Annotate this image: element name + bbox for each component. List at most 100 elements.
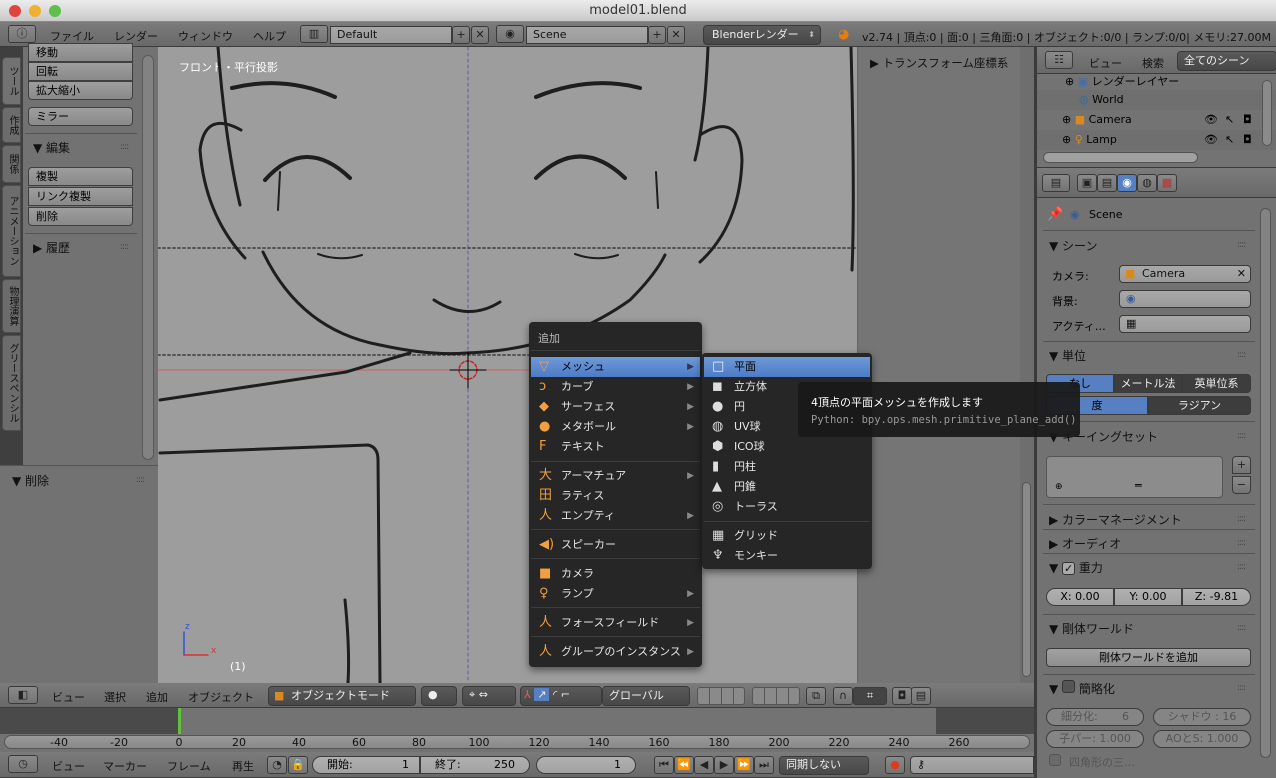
view3d-menu-object[interactable]: オブジェクト: [188, 689, 254, 705]
n-panel-scrollbar[interactable]: [1022, 482, 1031, 677]
subdivision-field[interactable]: 細分化: 6: [1046, 708, 1144, 726]
gravity-x-field[interactable]: X: 0.00: [1046, 588, 1114, 606]
grip-icon[interactable]: ::::: [1237, 623, 1246, 633]
outliner-editor-icon[interactable]: ☷: [1045, 51, 1073, 69]
world-tab-icon[interactable]: ◍: [1137, 174, 1157, 192]
mesh-item-torus[interactable]: ◎ トーラス: [704, 497, 870, 517]
color-management-panel-header[interactable]: ▶ カラーマネージメント: [1049, 511, 1182, 528]
ao-sss-field[interactable]: AOとS: 1.000: [1153, 730, 1251, 748]
gravity-checkbox[interactable]: ✓: [1062, 562, 1076, 575]
current-frame-indicator[interactable]: [178, 708, 181, 734]
orientation-dropdown[interactable]: グローバル: [602, 686, 690, 706]
child-particles-field[interactable]: 子パー: 1.000: [1046, 730, 1144, 748]
scene-tab-icon[interactable]: ◉: [1117, 174, 1137, 192]
jump-end-icon[interactable]: ⏭: [754, 756, 774, 774]
render-opengl-icon[interactable]: ◘: [892, 687, 912, 705]
timeline-menu-frame[interactable]: フレーム: [167, 758, 211, 774]
select-cursor-icon[interactable]: ↖: [1225, 133, 1234, 146]
grip-icon[interactable]: ::::: [1237, 538, 1246, 548]
timeline-menu-view[interactable]: ビュー: [52, 758, 85, 774]
camera-field[interactable]: ■ Camera ✕: [1119, 265, 1251, 283]
transform-orientation-panel-header[interactable]: ▶ トランスフォーム座標系: [870, 55, 1008, 71]
jump-next-keyframe-icon[interactable]: ⏩: [734, 756, 754, 774]
outliner-h-scrollbar[interactable]: [1043, 152, 1198, 163]
menu-item-surface[interactable]: ◆ サーフェス ▶: [531, 397, 700, 417]
units-panel-header[interactable]: ▼ 単位: [1049, 347, 1086, 364]
resize-handle-icon[interactable]: ═: [1135, 479, 1142, 492]
grip-icon[interactable]: ::::: [1237, 240, 1246, 250]
grip-icon[interactable]: ::::: [1237, 350, 1246, 360]
mode-dropdown[interactable]: ■ オブジェクトモード: [268, 686, 416, 706]
mesh-item-plane[interactable]: □ 平面: [704, 357, 870, 377]
layers-grid-1[interactable]: [697, 687, 745, 705]
timeline-editor-icon[interactable]: ◷: [8, 755, 38, 773]
grip-icon[interactable]: ::::: [1237, 683, 1246, 693]
scene-panel-header[interactable]: ▼ シーン: [1049, 237, 1097, 254]
lock-layers-icon[interactable]: ⧉: [806, 687, 826, 705]
outliner-item-camera[interactable]: ⊕ ■ Camera: [1062, 113, 1132, 126]
grip-icon[interactable]: ::::: [1237, 514, 1246, 524]
layers-grid-2[interactable]: [752, 687, 800, 705]
unit-system-metric[interactable]: メートル法: [1114, 374, 1182, 393]
menu-item-lamp[interactable]: ♀ ランプ ▶: [531, 584, 700, 604]
menu-item-speaker[interactable]: ◀) スピーカー: [531, 535, 700, 555]
audio-panel-header[interactable]: ▶ オーディオ: [1049, 535, 1121, 552]
pin-icon[interactable]: 📌: [1047, 207, 1063, 222]
select-cursor-icon[interactable]: ↖: [1225, 113, 1234, 126]
lock-icon[interactable]: 🔒: [288, 756, 308, 774]
view3d-menu-view[interactable]: ビュー: [52, 689, 85, 705]
end-frame-field[interactable]: 終了: 250: [420, 756, 530, 774]
menu-item-mesh[interactable]: ▽ メッシュ ▶: [531, 357, 700, 377]
rotation-units-radians[interactable]: ラジアン: [1148, 396, 1251, 415]
snap-magnet-icon[interactable]: ∩: [833, 687, 853, 705]
triangulate-checkbox[interactable]: [1049, 754, 1061, 766]
add-keying-set-button[interactable]: +: [1232, 456, 1251, 474]
outliner-item-lamp[interactable]: ⊕ ♀ Lamp: [1062, 133, 1117, 146]
outliner-menu-search[interactable]: 検索: [1142, 55, 1164, 71]
grip-icon[interactable]: ::::: [1237, 562, 1246, 572]
menu-item-force-field[interactable]: 人フォースフィールド ▶: [531, 613, 700, 633]
properties-scrollbar[interactable]: [1260, 208, 1271, 758]
sync-mode-dropdown[interactable]: 同期しない: [779, 756, 869, 775]
menu-item-lattice[interactable]: 田ラティス: [531, 486, 700, 506]
mesh-item-ico-sphere[interactable]: ⬢ ICO球: [704, 437, 870, 457]
view3d-menu-select[interactable]: 選択: [104, 689, 126, 705]
play-reverse-icon[interactable]: ◀: [694, 756, 714, 774]
jump-prev-keyframe-icon[interactable]: ⏪: [674, 756, 694, 774]
render-camera-icon[interactable]: ◘: [1243, 133, 1252, 146]
clear-icon[interactable]: ✕: [1237, 266, 1246, 282]
menu-item-curve[interactable]: ↄ カーブ ▶: [531, 377, 700, 397]
grip-icon[interactable]: ::::: [1237, 431, 1246, 441]
menu-item-metaball[interactable]: ● メタボール ▶: [531, 417, 700, 437]
timeline[interactable]: [0, 708, 1034, 752]
add-rigid-body-world-button[interactable]: 剛体ワールドを追加: [1046, 648, 1251, 667]
mesh-item-cone[interactable]: ▲ 円錐: [704, 477, 870, 497]
outliner-item-renderlayers[interactable]: ⊕ ▣ レンダーレイヤー: [1065, 73, 1179, 89]
outliner-filter-dropdown[interactable]: 全てのシーン: [1177, 51, 1276, 71]
play-icon[interactable]: ▶: [714, 756, 734, 774]
background-field[interactable]: ◉: [1119, 290, 1251, 308]
start-frame-field[interactable]: 開始: 1: [312, 756, 420, 774]
timeline-menu-marker[interactable]: マーカー: [103, 758, 147, 774]
mesh-item-cylinder[interactable]: ▮ 円柱: [704, 457, 870, 477]
3d-view-editor-icon[interactable]: ◧: [8, 686, 38, 704]
menu-item-empty[interactable]: 人エンプティ ▶: [531, 506, 700, 526]
outliner-menu-view[interactable]: ビュー: [1089, 55, 1122, 71]
pivot-point-dropdown[interactable]: ⌖ ⇔: [462, 686, 516, 706]
menu-item-group-instance[interactable]: 人グループのインスタンス ▶: [531, 642, 700, 662]
manipulator-toggles[interactable]: ⅄ ↗ ◜ ⌐: [520, 686, 602, 706]
render-camera-icon[interactable]: ◘: [1243, 113, 1252, 126]
visibility-eye-icon[interactable]: 👁: [1204, 133, 1218, 146]
rigid-body-world-panel-header[interactable]: ▼ 剛体ワールド: [1049, 620, 1134, 637]
snap-element-dropdown[interactable]: ⌗: [853, 687, 887, 705]
shadow-samples-field[interactable]: シャドウ : 16: [1153, 708, 1251, 726]
gravity-z-field[interactable]: Z: -9.81: [1182, 588, 1251, 606]
simplify-checkbox[interactable]: [1062, 680, 1076, 693]
remove-keying-set-button[interactable]: −: [1232, 476, 1251, 494]
unit-system-imperial[interactable]: 英単位系: [1182, 374, 1251, 393]
gravity-panel-header[interactable]: ▼ ✓ 重力: [1049, 559, 1103, 576]
renderlayers-tab-icon[interactable]: ▤: [1097, 174, 1117, 192]
visibility-eye-icon[interactable]: 👁: [1204, 113, 1218, 126]
menu-item-armature[interactable]: 大アーマチュア ▶: [531, 466, 700, 486]
timeline-ruler-scrollbar[interactable]: [4, 735, 1030, 749]
